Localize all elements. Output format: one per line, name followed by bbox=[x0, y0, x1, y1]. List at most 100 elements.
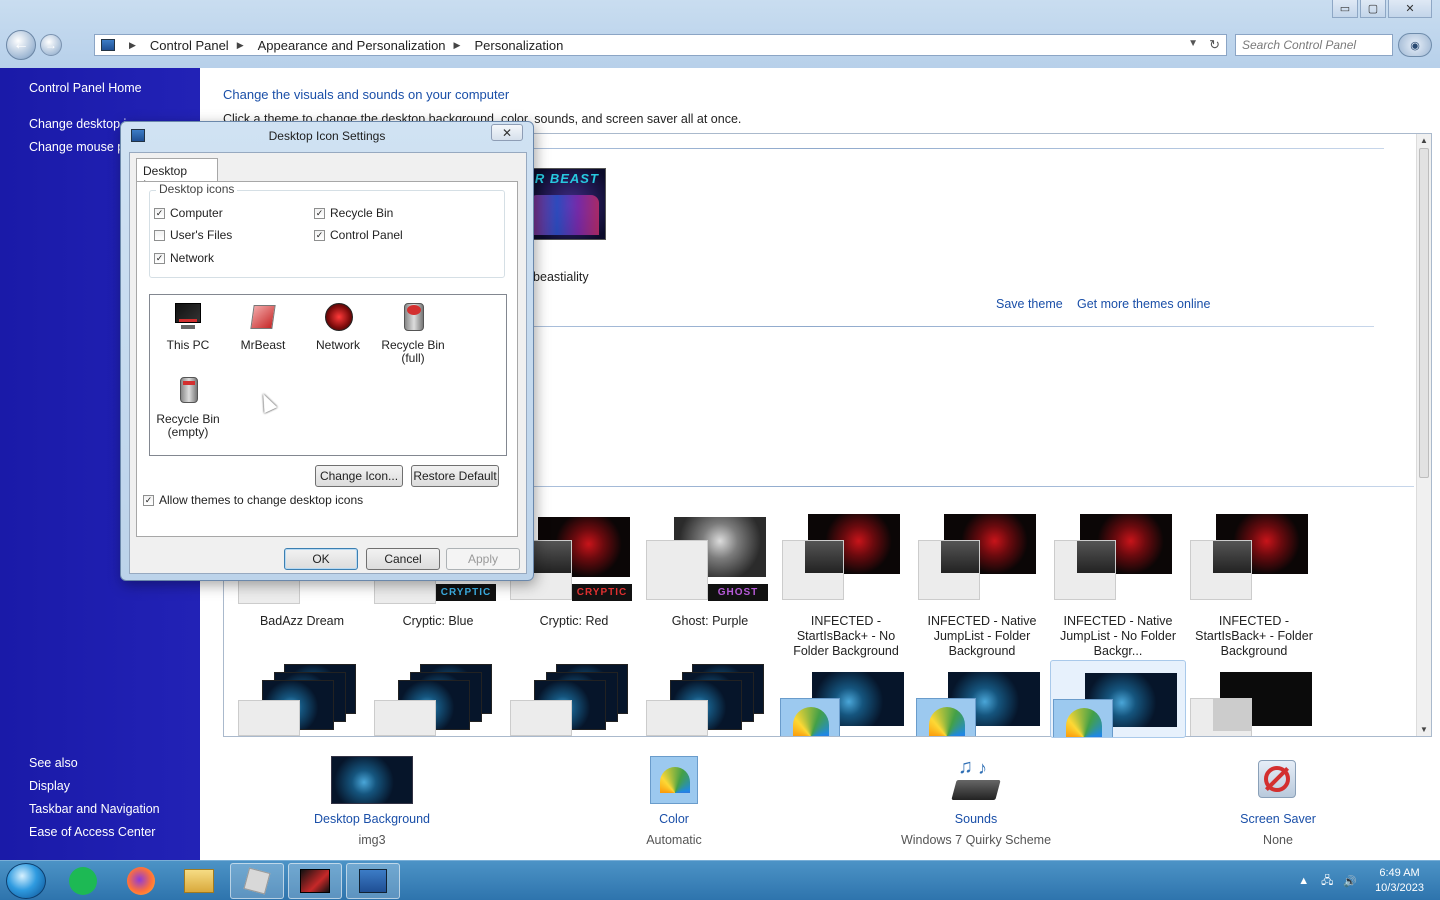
screen-saver-setting[interactable]: Screen Saver None bbox=[1238, 756, 1318, 847]
theme-infected-sib-nofolder[interactable]: INFECTED - StartIsBack+ - No Folder Back… bbox=[778, 514, 914, 659]
dialog-close-button[interactable]: ✕ bbox=[491, 124, 523, 141]
scrollbar-thumb[interactable] bbox=[1419, 148, 1429, 478]
theme-infected-jumplist-nofolder[interactable]: INFECTED - Native JumpList - No Folder B… bbox=[1050, 514, 1186, 659]
icon-label: Network bbox=[315, 338, 360, 352]
breadcrumb-personalization[interactable]: Personalization bbox=[474, 38, 563, 53]
sounds-label[interactable]: Sounds bbox=[896, 812, 1056, 826]
checkbox-checked-icon[interactable]: ✓ bbox=[143, 494, 154, 506]
breadcrumb-separator-icon: ▶ bbox=[129, 39, 136, 50]
chevron-up-icon[interactable]: ▲ bbox=[1298, 875, 1309, 887]
checkbox-checked-icon[interactable]: ✓ bbox=[314, 229, 325, 241]
themes-scrollbar[interactable]: ▲ ▼ bbox=[1416, 134, 1431, 736]
allow-themes-checkbox[interactable]: ✓ Allow themes to change desktop icons bbox=[143, 493, 363, 507]
scroll-up-icon[interactable]: ▲ bbox=[1420, 136, 1428, 145]
network-tray-icon[interactable]: 🖧 bbox=[1321, 872, 1333, 891]
users-files-checkbox[interactable]: User's Files bbox=[154, 228, 232, 242]
address-bar[interactable]: ▶ Control Panel ▶ Appearance and Personali… bbox=[94, 34, 1227, 56]
get-more-themes-link[interactable]: Get more themes online bbox=[1077, 297, 1210, 311]
sidebar-change-desktop-icons[interactable]: Change desktop i bbox=[29, 117, 126, 131]
sidebar-taskbar-navigation[interactable]: Taskbar and Navigation bbox=[29, 802, 160, 816]
sidebar-change-mouse-pointers[interactable]: Change mouse p bbox=[29, 140, 124, 154]
sidebar-ease-of-access[interactable]: Ease of Access Center bbox=[29, 825, 155, 839]
desktop-icon-settings-dialog: Desktop Icon Settings ✕ Desktop Icons De… bbox=[120, 121, 534, 581]
theme-space-color-selected[interactable] bbox=[1050, 660, 1186, 738]
color-icon bbox=[650, 756, 698, 804]
icon-recycle-bin-empty[interactable]: Recycle Bin (empty) bbox=[150, 375, 226, 439]
dialog-title: Desktop Icon Settings bbox=[268, 129, 386, 143]
computer-checkbox[interactable]: ✓ Computer bbox=[154, 206, 223, 220]
control-panel-checkbox[interactable]: ✓ Control Panel bbox=[314, 228, 403, 242]
theme-ghost-purple[interactable]: GHOST Ghost: Purple bbox=[642, 514, 778, 629]
checkbox-checked-icon[interactable]: ✓ bbox=[154, 252, 165, 264]
volume-icon[interactable]: 🔊 bbox=[1343, 875, 1357, 888]
recycle-bin-checkbox[interactable]: ✓ Recycle Bin bbox=[314, 206, 393, 220]
cancel-button[interactable]: Cancel bbox=[366, 548, 440, 570]
forward-button[interactable]: → bbox=[40, 34, 62, 56]
theme-space-color-1[interactable] bbox=[778, 672, 914, 736]
checkbox-checked-icon[interactable]: ✓ bbox=[154, 207, 165, 219]
theme-name: BadAzz Dream bbox=[259, 614, 345, 628]
clock-time: 6:49 AM bbox=[1379, 867, 1420, 879]
chevron-down-icon[interactable]: ▼ bbox=[1188, 38, 1198, 49]
window-controls: ▭ ▢ ✕ bbox=[1332, 0, 1432, 18]
scroll-down-icon[interactable]: ▼ bbox=[1420, 725, 1428, 734]
sidebar-control-panel-home[interactable]: Control Panel Home bbox=[29, 81, 142, 95]
refresh-icon[interactable]: ↻ bbox=[1209, 37, 1220, 53]
start-button[interactable] bbox=[6, 863, 46, 899]
icon-this-pc[interactable]: This PC bbox=[150, 301, 226, 352]
change-icon-button[interactable]: Change Icon... bbox=[315, 465, 403, 487]
icon-mrbeast[interactable]: MrBeast bbox=[225, 301, 301, 352]
theme-space-color-2[interactable] bbox=[914, 672, 1050, 736]
tab-panel: Desktop icons ✓ Computer ✓ Recycle Bin Use… bbox=[136, 181, 518, 537]
icon-label: MrBeast bbox=[240, 338, 286, 352]
close-button[interactable]: ✕ bbox=[1388, 0, 1432, 18]
window-chrome: ▭ ▢ ✕ ← → ▶ Control Panel ▶ Appearance and… bbox=[0, 0, 1440, 68]
clock[interactable]: 6:49 AM 10/3/2023 bbox=[1375, 866, 1424, 896]
taskbar-control-panel[interactable] bbox=[346, 863, 400, 899]
theme-space-2[interactable] bbox=[370, 664, 506, 736]
checkbox-unchecked-icon[interactable] bbox=[154, 229, 165, 241]
theme-dark[interactable] bbox=[1186, 672, 1322, 736]
icon-recycle-bin-full[interactable]: Recycle Bin (full) bbox=[375, 301, 451, 365]
taskbar-spotify[interactable] bbox=[56, 863, 110, 899]
sounds-setting[interactable]: ♫ ♪ Sounds Windows 7 Quirky Scheme bbox=[896, 756, 1056, 847]
minimize-button[interactable]: ▭ bbox=[1332, 0, 1358, 18]
ok-button[interactable]: OK bbox=[284, 548, 358, 570]
tab-desktop-icons[interactable]: Desktop Icons bbox=[136, 158, 218, 192]
sidebar-display[interactable]: Display bbox=[29, 779, 70, 793]
color-fan-icon bbox=[1066, 708, 1102, 737]
maximize-button[interactable]: ▢ bbox=[1360, 0, 1386, 18]
theme-badge: CRYPTIC bbox=[436, 584, 496, 601]
screen-saver-label[interactable]: Screen Saver bbox=[1238, 812, 1318, 826]
roblox-icon bbox=[243, 867, 271, 895]
breadcrumb-appearance[interactable]: Appearance and Personalization bbox=[258, 38, 446, 53]
help-button[interactable]: ◉ bbox=[1398, 33, 1432, 57]
theme-infected-sib-folder[interactable]: INFECTED - StartIsBack+ - Folder Backgro… bbox=[1186, 514, 1322, 659]
back-button[interactable]: ← bbox=[6, 30, 36, 60]
theme-thumbnail-logo: MR BEAST bbox=[523, 171, 599, 186]
theme-space-1[interactable] bbox=[234, 664, 370, 736]
recycle-bin-full-icon bbox=[398, 301, 428, 333]
desktop-background-setting[interactable]: Desktop Background img3 bbox=[312, 756, 432, 847]
theme-space-4[interactable] bbox=[642, 664, 778, 736]
color-label[interactable]: Color bbox=[634, 812, 714, 826]
color-fan-icon bbox=[929, 707, 965, 736]
restore-default-button[interactable]: Restore Default bbox=[411, 465, 499, 487]
save-theme-link[interactable]: Save theme bbox=[996, 297, 1063, 311]
checkbox-checked-icon[interactable]: ✓ bbox=[314, 207, 325, 219]
taskbar-file-explorer[interactable] bbox=[172, 863, 226, 899]
search-input[interactable]: Search Control Panel bbox=[1235, 34, 1393, 56]
theme-name: Cryptic: Blue bbox=[402, 614, 474, 628]
network-checkbox[interactable]: ✓ Network bbox=[154, 251, 214, 265]
breadcrumb-separator-icon: ▶ bbox=[453, 39, 461, 50]
desktop-icon-list[interactable]: This PC MrBeast Network Recycle Bin (ful… bbox=[149, 294, 507, 456]
taskbar-roblox[interactable] bbox=[230, 863, 284, 899]
icon-network[interactable]: Network bbox=[300, 301, 376, 352]
theme-space-3[interactable] bbox=[506, 664, 642, 736]
desktop-background-label[interactable]: Desktop Background bbox=[312, 812, 432, 826]
breadcrumb-control-panel[interactable]: Control Panel bbox=[150, 38, 229, 53]
taskbar-app-red[interactable] bbox=[288, 863, 342, 899]
color-setting[interactable]: Color Automatic bbox=[634, 756, 714, 847]
theme-infected-jumplist-folder[interactable]: INFECTED - Native JumpList - Folder Back… bbox=[914, 514, 1050, 659]
taskbar-firefox[interactable] bbox=[114, 863, 168, 899]
